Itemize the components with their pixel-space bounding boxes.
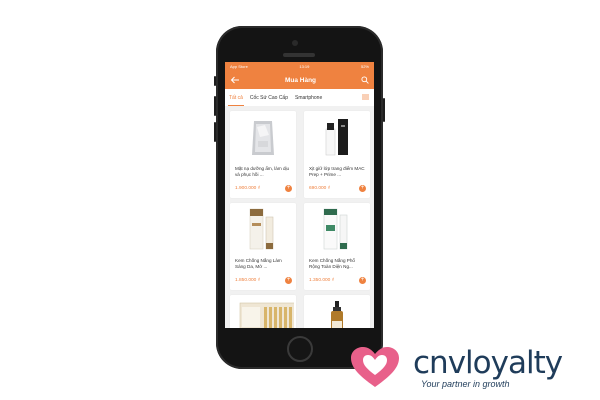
home-button[interactable] (287, 336, 313, 362)
list-menu-icon[interactable] (362, 94, 369, 102)
status-bar: App Store 13:19 52% (225, 62, 374, 71)
add-to-cart-button[interactable]: + (359, 185, 366, 192)
heart-icon (351, 347, 399, 387)
back-arrow-icon[interactable] (230, 76, 240, 84)
page-title: Mua Hàng (284, 76, 317, 84)
search-icon[interactable] (361, 76, 369, 84)
volume-down-button (214, 122, 216, 142)
product-card[interactable]: Mặt nạ dưỡng ẩm, làm dịu và phục hồi ...… (230, 111, 296, 198)
battery-level: 52% (360, 64, 369, 69)
carrier-label: App Store (230, 64, 248, 69)
brand-logo: cnvloyalty Your partner in growth (343, 343, 595, 393)
tab-premium-ceramic-cups[interactable]: Cốc Sứ Cao Cấp (250, 89, 288, 106)
earpiece-speaker (283, 53, 315, 57)
product-card[interactable]: Kem Chống Nắng Phổ Rộng Toàn Diện Ng... … (304, 203, 370, 290)
product-image (325, 119, 348, 156)
product-price: 1.900.000 ₫ (235, 186, 261, 191)
product-name: Kem Chống Nắng Phổ Rộng Toàn Diện Ng... (309, 258, 355, 269)
category-tabs: Tất cả Cốc Sứ Cao Cấp Smartphone (225, 89, 374, 106)
product-price: 1.350.000 ₫ (309, 278, 335, 283)
phone-screen: App Store 13:19 52% Mua Hàng Tất cả Cốc … (225, 62, 374, 328)
product-price: 1.850.000 ₫ (235, 278, 261, 283)
product-image (239, 302, 294, 328)
logo-wordmark: cnvloyalty (413, 345, 563, 381)
product-card[interactable] (304, 295, 370, 328)
product-image (331, 301, 343, 328)
product-image (249, 208, 274, 250)
product-name: Xịt giữ lớp trang điểm MAC Prep + Prime … (309, 166, 365, 177)
product-card[interactable] (230, 295, 296, 328)
tab-all[interactable]: Tất cả (228, 89, 244, 106)
header-bar: Mua Hàng (225, 71, 374, 89)
tab-smartphone[interactable]: Smartphone (295, 89, 322, 106)
product-name: Kem Chống Nắng Làm Sáng Da, Mờ ... (235, 258, 282, 269)
product-grid: Mặt nạ dưỡng ẩm, làm dịu và phục hồi ...… (225, 106, 374, 328)
logo-tagline: Your partner in growth (421, 379, 510, 389)
phone-mockup: App Store 13:19 52% Mua Hàng Tất cả Cốc … (214, 26, 385, 369)
product-card[interactable]: Kem Chống Nắng Làm Sáng Da, Mờ ... 1.850… (230, 203, 296, 290)
product-image (323, 208, 348, 250)
add-to-cart-button[interactable]: + (285, 277, 292, 284)
status-time: 13:19 (299, 64, 310, 69)
add-to-cart-button[interactable]: + (359, 277, 366, 284)
product-card[interactable]: Xịt giữ lớp trang điểm MAC Prep + Prime … (304, 111, 370, 198)
add-to-cart-button[interactable]: + (285, 185, 292, 192)
front-camera (292, 40, 298, 46)
product-name: Mặt nạ dưỡng ẩm, làm dịu và phục hồi ... (235, 166, 290, 177)
volume-up-button (214, 96, 216, 116)
product-price: 690.000 ₫ (309, 186, 331, 191)
mute-switch (214, 76, 216, 86)
power-button (383, 98, 385, 122)
product-image (252, 121, 274, 155)
